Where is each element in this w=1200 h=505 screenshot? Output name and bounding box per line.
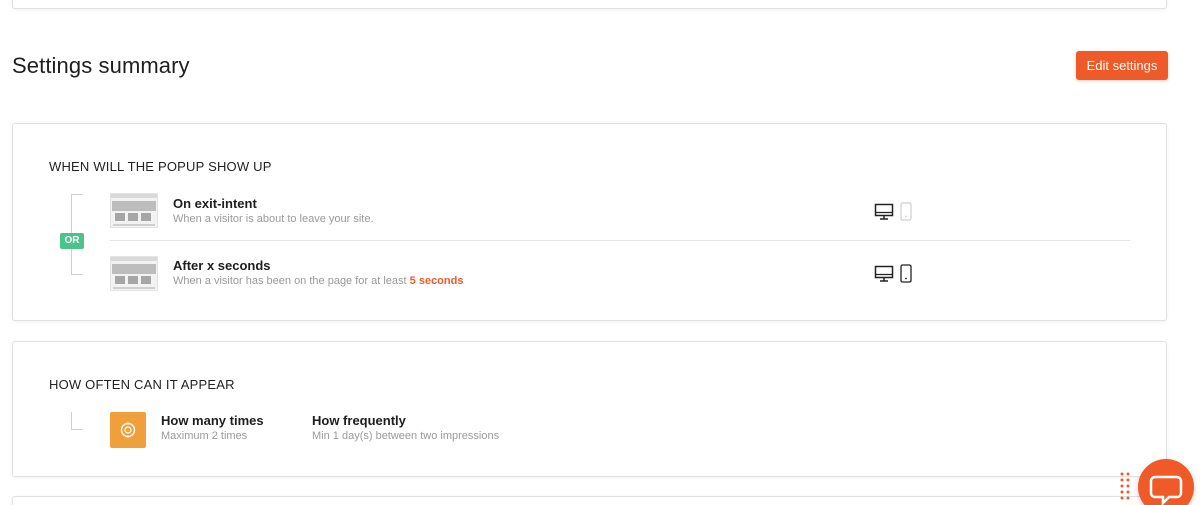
exit-intent-title: On exit-intent xyxy=(173,196,257,211)
frequency-icon xyxy=(110,412,146,448)
mobile-icon xyxy=(900,264,912,283)
frequency-bracket xyxy=(71,412,83,430)
section-title-often: HOW OFTEN CAN IT APPEAR xyxy=(49,377,235,392)
how-many-title: How many times xyxy=(161,413,264,428)
after-seconds-title: After x seconds xyxy=(173,258,271,273)
mobile-icon-inactive xyxy=(900,202,912,221)
seconds-highlight: 5 seconds xyxy=(409,275,464,287)
after-seconds-description-text: When a visitor has been on the page for … xyxy=(173,275,407,287)
chat-button[interactable] xyxy=(1138,459,1194,505)
edit-settings-button[interactable]: Edit settings xyxy=(1076,51,1168,80)
or-bracket-bottom xyxy=(71,248,83,275)
page-title: Settings summary xyxy=(12,53,190,78)
chat-bubble-icon xyxy=(1149,475,1183,505)
after-seconds-description: When a visitor has been on the page for … xyxy=(173,275,463,287)
desktop-icon xyxy=(874,265,894,282)
drag-handle-icon[interactable] xyxy=(1120,472,1130,502)
exit-intent-description: When a visitor is about to leave your si… xyxy=(173,213,374,225)
desktop-icon xyxy=(874,203,894,220)
exit-intent-thumbnail xyxy=(110,193,158,228)
section-title-when: WHEN WILL THE POPUP SHOW UP xyxy=(49,159,272,174)
previous-card xyxy=(12,0,1167,9)
frequency-description: Min 1 day(s) between two impressions xyxy=(312,430,500,442)
frequency-title: How frequently xyxy=(312,413,406,428)
or-badge: OR xyxy=(60,233,84,249)
or-bracket-top xyxy=(71,194,83,234)
row-divider xyxy=(110,240,1130,241)
how-often-card: HOW OFTEN CAN IT APPEAR How many times M… xyxy=(12,341,1167,477)
how-many-description: Maximum 2 times xyxy=(161,430,248,442)
after-seconds-thumbnail xyxy=(110,256,158,291)
when-popup-shows-card: WHEN WILL THE POPUP SHOW UP OR On exit-i… xyxy=(12,123,1167,321)
next-card xyxy=(12,496,1167,505)
